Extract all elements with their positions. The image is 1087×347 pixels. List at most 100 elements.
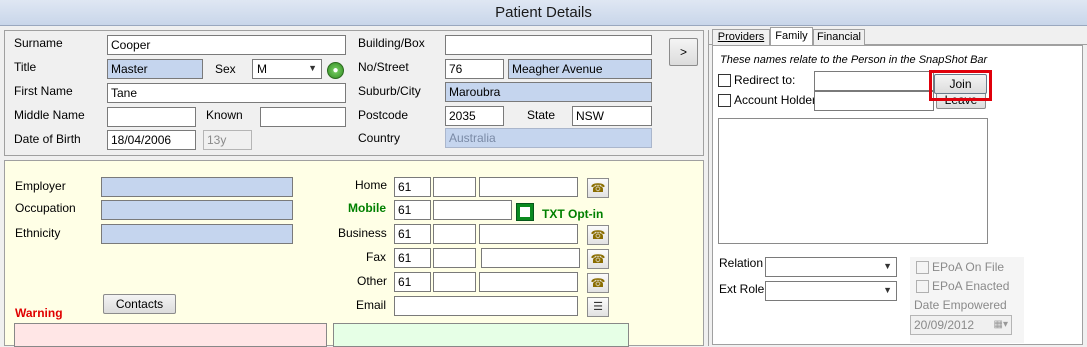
relation-label: Relation (719, 256, 764, 270)
date-empowered-value: 20/09/2012 (914, 318, 975, 332)
more-address-button[interactable]: > (669, 38, 698, 66)
middle-name-field[interactable] (107, 107, 196, 127)
middle-name-label: Middle Name (14, 108, 85, 122)
redirect-field[interactable] (814, 71, 934, 91)
epoa-on-file-label: EPoA On File (932, 260, 1005, 274)
tab-family[interactable]: Family (770, 27, 813, 46)
account-holder-label: Account Holder (734, 93, 817, 107)
suburb-field[interactable]: Maroubra (445, 82, 652, 102)
suburb-label: Suburb/City (358, 84, 421, 98)
warning-label: Warning (15, 306, 63, 320)
title-field[interactable]: Master (107, 59, 203, 79)
fax-label: Fax (366, 250, 387, 264)
email-card-icon[interactable]: ☰ (587, 297, 609, 317)
employer-label: Employer (15, 179, 66, 193)
street-number-field[interactable]: 76 (445, 59, 504, 79)
ext-role-label: Ext Role (719, 282, 765, 296)
warning-box[interactable] (14, 323, 327, 347)
home-label: Home (355, 178, 388, 192)
epoa-enacted-checkbox[interactable] (916, 280, 929, 293)
date-empowered-label: Date Empowered (914, 298, 1007, 312)
sex-info-icon[interactable]: ● (327, 62, 344, 79)
postcode-field[interactable]: 2035 (445, 106, 504, 126)
tab-financial[interactable]: Financial (813, 29, 865, 45)
tab-family-label: Family (775, 30, 808, 42)
tab-financial-label: Financial (816, 31, 862, 43)
ethnicity-field[interactable] (101, 224, 293, 244)
tab-providers-label: Providers (717, 31, 765, 43)
dob-field[interactable]: 18/04/2006 (107, 130, 196, 150)
tab-providers[interactable]: Providers (712, 29, 770, 45)
epoa-enacted-label: EPoA Enacted (932, 279, 1010, 293)
join-button[interactable]: Join (934, 74, 987, 94)
contacts-button[interactable]: Contacts (103, 294, 176, 314)
business-area-field[interactable] (433, 224, 476, 244)
redirect-label: Redirect to: (734, 73, 796, 87)
business-code-field[interactable]: 61 (394, 224, 431, 244)
surname-field[interactable]: Cooper (107, 35, 346, 55)
email-label: Email (356, 298, 387, 312)
country-field[interactable]: Australia (445, 128, 652, 148)
relation-select[interactable]: ▼ (765, 257, 897, 277)
business-label: Business (338, 226, 387, 240)
mobile-number-field[interactable] (433, 200, 512, 220)
account-holder-checkbox[interactable] (718, 94, 731, 107)
building-field[interactable] (445, 35, 652, 55)
dob-label: Date of Birth (14, 132, 81, 146)
fax-code-field[interactable]: 61 (394, 248, 431, 268)
occupation-label: Occupation (15, 201, 76, 215)
calendar-icon: ▦▾ (993, 319, 1008, 330)
postcode-label: Postcode (358, 108, 409, 122)
info-text: These names relate to the Person in the … (720, 54, 988, 66)
street-label: No/Street (358, 60, 409, 74)
redirect-checkbox[interactable] (718, 74, 731, 87)
chevron-down-icon: ▼ (308, 63, 317, 73)
txt-optin-checkbox[interactable] (516, 203, 534, 221)
notes-box[interactable] (333, 323, 629, 347)
state-field[interactable]: NSW (572, 106, 652, 126)
mobile-code-field[interactable]: 61 (394, 200, 431, 220)
street-name-field[interactable]: Meagher Avenue (508, 59, 652, 79)
account-holder-field[interactable] (814, 91, 934, 111)
employer-field[interactable] (101, 177, 293, 197)
fax-area-field[interactable] (433, 248, 476, 268)
home-dial-phone-icon[interactable]: ☎ (587, 178, 609, 198)
epoa-on-file-checkbox[interactable] (916, 261, 929, 274)
title-bar: Patient Details (0, 0, 1087, 26)
chevron-down-icon: ▼ (883, 261, 892, 271)
business-dial-phone-icon[interactable]: ☎ (587, 225, 609, 245)
home-code-field[interactable]: 61 (394, 177, 431, 197)
family-members-list[interactable] (718, 118, 988, 244)
home-number-field[interactable] (479, 177, 578, 197)
state-label: State (527, 108, 556, 122)
other-label: Other (357, 274, 388, 288)
window-title: Patient Details (495, 4, 592, 21)
date-empowered-field[interactable]: 20/09/2012 ▦▾ (910, 315, 1012, 335)
surname-label: Surname (14, 36, 63, 50)
fax-dial-phone-icon[interactable]: ☎ (587, 249, 609, 269)
ext-role-select[interactable]: ▼ (765, 281, 897, 301)
title-label: Title (14, 60, 37, 74)
fax-number-field[interactable] (481, 248, 580, 268)
sex-value: M (257, 62, 267, 76)
sex-label: Sex (215, 62, 236, 76)
chevron-down-icon: ▼ (883, 285, 892, 295)
other-dial-phone-icon[interactable]: ☎ (587, 273, 609, 293)
occupation-field[interactable] (101, 200, 293, 220)
country-label: Country (358, 131, 401, 145)
business-number-field[interactable] (479, 224, 578, 244)
building-label: Building/Box (358, 36, 425, 50)
first-name-label: First Name (14, 84, 73, 98)
other-area-field[interactable] (433, 272, 476, 292)
known-field[interactable] (260, 107, 346, 127)
age-field: 13y (203, 130, 252, 150)
other-number-field[interactable] (479, 272, 578, 292)
other-code-field[interactable]: 61 (394, 272, 431, 292)
txt-optin-label: TXT Opt-in (542, 207, 604, 221)
first-name-field[interactable]: Tane (107, 83, 346, 103)
home-area-field[interactable] (433, 177, 476, 197)
email-field[interactable] (394, 296, 578, 316)
known-label: Known (206, 108, 243, 122)
mobile-label: Mobile (348, 201, 386, 215)
sex-select[interactable]: M ▼ (252, 59, 322, 79)
